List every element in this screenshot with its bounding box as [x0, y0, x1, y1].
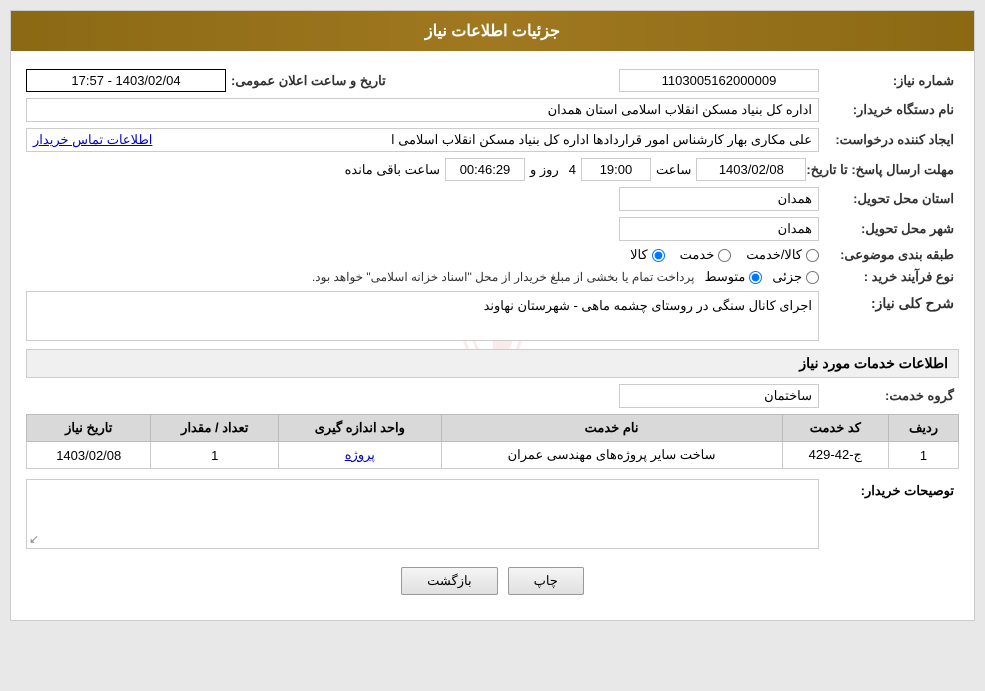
table-row: 1 ج-42-429 ساخت سایر پروژه‌های مهندسی عم…	[27, 442, 959, 469]
ijad-konande-value: علی مکاری بهار کارشناس امور قراردادها اد…	[26, 128, 819, 152]
ijad-konande-row: ایجاد کننده درخواست: علی مکاری بهار کارش…	[26, 128, 959, 152]
tabaqe-row: طبقه بندی موضوعی: کالا/خدمت خدمت کالا	[26, 247, 959, 263]
time-value: 19:00	[581, 158, 651, 181]
toseeh-box	[26, 479, 819, 549]
radio-note-text: پرداخت تمام یا بخشی از مبلغ خریدار از مح…	[312, 270, 695, 284]
mohlat-label: مهلت ارسال پاسخ: تا تاریخ:	[806, 162, 959, 178]
chap-button[interactable]: چاپ	[508, 567, 584, 595]
cell-tedad: 1	[151, 442, 279, 469]
buttons-row: چاپ بازگشت	[26, 557, 959, 610]
sharh-row: شرح کلی نیاز: اجرای کانال سنگی در روستای…	[26, 291, 959, 341]
col-radif: ردیف	[889, 415, 959, 442]
ijad-konande-text: علی مکاری بهار کارشناس امور قراردادها اد…	[391, 132, 812, 148]
radio-khadamat-label: خدمت	[680, 247, 715, 263]
tabaqe-radio-group: کالا/خدمت خدمت کالا	[26, 247, 819, 263]
radio-jozi-input[interactable]	[806, 271, 819, 284]
shahr-label: شهر محل تحویل:	[819, 221, 959, 237]
radio-kala-label: کالا	[630, 247, 648, 263]
cell-kod: ج-42-429	[782, 442, 888, 469]
sharh-label: شرح کلی نیاز:	[819, 291, 959, 312]
time-label: ساعت	[656, 162, 691, 178]
table-header: ردیف کد خدمت نام خدمت واحد اندازه گیری ت…	[27, 415, 959, 442]
radio-motevaset: متوسط	[704, 269, 762, 285]
page-header: جزئیات اطلاعات نیاز	[11, 11, 974, 51]
gorooh-value: ساختمان	[619, 384, 819, 408]
shomare-tarikh-row: شماره نیاز: 1103005162000009 تاریخ و ساع…	[26, 69, 959, 92]
cell-radif: 1	[889, 442, 959, 469]
col-tarikh: تاریخ نیاز	[27, 415, 151, 442]
roz-value: 4	[569, 162, 576, 177]
ostan-row: استان محل تحویل: همدان	[26, 187, 959, 211]
ijad-konande-label: ایجاد کننده درخواست:	[819, 132, 959, 148]
radio-kala-khadamat-input[interactable]	[806, 249, 819, 262]
content-area: 🛡 شماره نیاز: 1103005162000009 تاریخ و س…	[11, 51, 974, 620]
shahr-row: شهر محل تحویل: همدان	[26, 217, 959, 241]
shomare-niaz-value: 1103005162000009	[619, 69, 819, 92]
toseeh-area: توصیحات خریدار:	[26, 479, 959, 549]
gorooh-row: گروه خدمت: ساختمان	[26, 384, 959, 408]
nam-dastgah-row: نام دستگاه خریدار: اداره کل بنیاد مسکن ا…	[26, 98, 959, 122]
shahr-value: همدان	[619, 217, 819, 241]
khadamat-section-header: اطلاعات خدمات مورد نیاز	[26, 349, 959, 378]
date-value: 1403/02/08	[696, 158, 806, 181]
khadamat-section-title: اطلاعات خدمات مورد نیاز	[799, 355, 948, 371]
col-nam: نام خدمت	[441, 415, 782, 442]
mande-value: 00:46:29	[445, 158, 525, 181]
gorooh-label: گروه خدمت:	[819, 388, 959, 404]
services-table: ردیف کد خدمت نام خدمت واحد اندازه گیری ت…	[26, 414, 959, 469]
tarikh-elan-label: تاریخ و ساعت اعلان عمومی:	[226, 73, 391, 89]
radio-kala-khadamat: کالا/خدمت	[746, 247, 819, 263]
toseeh-label: توصیحات خریدار:	[819, 479, 959, 499]
col-vahed: واحد اندازه گیری	[279, 415, 441, 442]
mande-label: ساعت باقی مانده	[345, 162, 440, 178]
radio-kala: کالا	[630, 247, 665, 263]
radio-kala-input[interactable]	[652, 249, 665, 262]
ostan-value: همدان	[619, 187, 819, 211]
mohlat-row: مهلت ارسال پاسخ: تا تاریخ: 1403/02/08 سا…	[26, 158, 959, 181]
sharh-value: اجرای کانال سنگی در روستای چشمه ماهی - ش…	[26, 291, 819, 341]
main-container: جزئیات اطلاعات نیاز 🛡 شماره نیاز: 110300…	[10, 10, 975, 621]
bazgasht-button[interactable]: بازگشت	[401, 567, 497, 595]
radio-khadamat: خدمت	[680, 247, 732, 263]
shomare-niaz-label: شماره نیاز:	[819, 73, 959, 89]
radio-motevaset-input[interactable]	[749, 271, 762, 284]
radio-jozi-label: جزئی	[772, 269, 802, 285]
noع-label: نوع فرآیند خرید :	[819, 269, 959, 285]
ittelaat-tamas-link[interactable]: اطلاعات تماس خریدار	[33, 132, 152, 148]
roz-label: روز و	[530, 162, 559, 178]
main-content: شماره نیاز: 1103005162000009 تاریخ و ساع…	[26, 69, 959, 610]
cell-tarikh: 1403/02/08	[27, 442, 151, 469]
nam-dastgah-label: نام دستگاه خریدار:	[819, 102, 959, 118]
cell-vahed[interactable]: پروژه	[279, 442, 441, 469]
tarikh-elan-value: 1403/02/04 - 17:57	[26, 69, 226, 92]
radio-khadamat-input[interactable]	[718, 249, 731, 262]
radio-jozi: جزئی	[772, 269, 819, 285]
col-tedad: تعداد / مقدار	[151, 415, 279, 442]
page-wrapper: جزئیات اطلاعات نیاز 🛡 شماره نیاز: 110300…	[0, 0, 985, 691]
table-header-row: ردیف کد خدمت نام خدمت واحد اندازه گیری ت…	[27, 415, 959, 442]
ostan-label: استان محل تحویل:	[819, 191, 959, 207]
noع-farayand-row: نوع فرآیند خرید : جزئی متوسط پرداخت تمام…	[26, 269, 959, 285]
cell-nam: ساخت سایر پروژه‌های مهندسی عمران	[441, 442, 782, 469]
radio-motevaset-label: متوسط	[704, 269, 745, 285]
page-title: جزئیات اطلاعات نیاز	[425, 23, 560, 40]
tabaqe-label: طبقه بندی موضوعی:	[819, 247, 959, 263]
radio-kala-khadamat-label: کالا/خدمت	[746, 247, 802, 263]
nam-dastgah-value: اداره کل بنیاد مسکن انقلاب اسلامی استان …	[26, 98, 819, 122]
col-kod: کد خدمت	[782, 415, 888, 442]
table-body: 1 ج-42-429 ساخت سایر پروژه‌های مهندسی عم…	[27, 442, 959, 469]
